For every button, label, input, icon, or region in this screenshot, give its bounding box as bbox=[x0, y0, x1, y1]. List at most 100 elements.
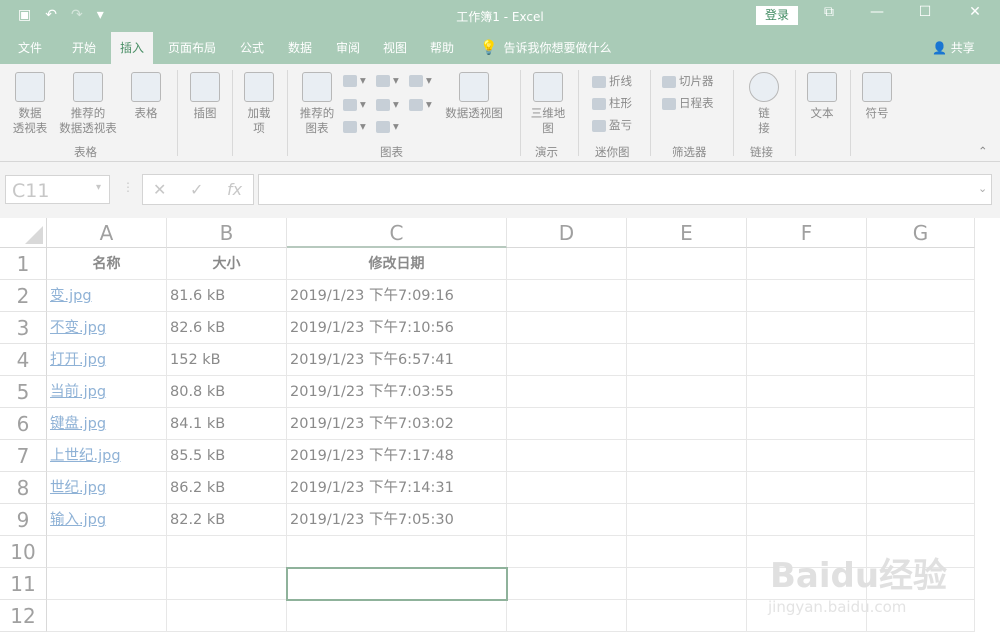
empty-cell[interactable] bbox=[867, 440, 975, 472]
line-chart-icon[interactable]: ▾ bbox=[343, 97, 366, 111]
empty-cell[interactable] bbox=[867, 504, 975, 536]
empty-cell[interactable] bbox=[627, 568, 747, 600]
table-cell[interactable]: 81.6 kB bbox=[167, 280, 287, 312]
active-cell-selection[interactable] bbox=[286, 567, 508, 601]
empty-cell[interactable] bbox=[507, 280, 627, 312]
empty-cell[interactable] bbox=[507, 536, 627, 568]
file-link-cell[interactable]: 键盘.jpg bbox=[47, 408, 167, 440]
tab-formulas[interactable]: 公式 bbox=[240, 32, 264, 64]
symbols-button[interactable]: 符号 bbox=[859, 72, 895, 121]
recommended-charts-button[interactable]: 推荐的 图表 bbox=[296, 72, 338, 136]
empty-cell[interactable] bbox=[867, 280, 975, 312]
empty-cell[interactable] bbox=[47, 600, 167, 632]
select-all-corner[interactable] bbox=[0, 218, 47, 248]
row-header-3[interactable]: 3 bbox=[0, 312, 47, 344]
table-cell[interactable]: 82.2 kB bbox=[167, 504, 287, 536]
row-header-12[interactable]: 12 bbox=[0, 600, 47, 632]
empty-cell[interactable] bbox=[47, 536, 167, 568]
empty-cell[interactable] bbox=[747, 440, 867, 472]
empty-cell[interactable] bbox=[167, 536, 287, 568]
tab-insert[interactable]: 插入 bbox=[111, 32, 154, 64]
row-header-6[interactable]: 6 bbox=[0, 408, 47, 440]
empty-cell[interactable] bbox=[507, 312, 627, 344]
table-cell[interactable]: 2019/1/23 下午7:05:30 bbox=[287, 504, 507, 536]
column-chart-icon[interactable]: ▾ bbox=[343, 73, 366, 87]
table-cell[interactable]: 2019/1/23 下午7:14:31 bbox=[287, 472, 507, 504]
table-cell[interactable]: 82.6 kB bbox=[167, 312, 287, 344]
empty-cell[interactable] bbox=[627, 440, 747, 472]
empty-cell[interactable] bbox=[167, 568, 287, 600]
empty-cell[interactable] bbox=[867, 408, 975, 440]
sparkline-column-button[interactable]: 柱形 bbox=[592, 95, 632, 111]
empty-cell[interactable] bbox=[627, 280, 747, 312]
tab-data[interactable]: 数据 bbox=[288, 32, 312, 64]
statistic-chart-icon[interactable]: ▾ bbox=[376, 97, 399, 111]
empty-cell[interactable] bbox=[627, 472, 747, 504]
empty-cell[interactable] bbox=[507, 472, 627, 504]
expand-formula-bar-icon[interactable]: ⌄ bbox=[978, 182, 987, 195]
column-header-a[interactable]: A bbox=[47, 218, 167, 248]
file-link-cell[interactable]: 变.jpg bbox=[47, 280, 167, 312]
table-cell[interactable]: 80.8 kB bbox=[167, 376, 287, 408]
empty-cell[interactable] bbox=[747, 504, 867, 536]
slicer-button[interactable]: 切片器 bbox=[662, 73, 714, 89]
tab-view[interactable]: 视图 bbox=[383, 32, 407, 64]
empty-cell[interactable] bbox=[507, 504, 627, 536]
tab-home[interactable]: 开始 bbox=[72, 32, 96, 64]
share-button[interactable]: 👤 共享 bbox=[932, 32, 975, 64]
scatter-chart-icon[interactable]: ▾ bbox=[376, 119, 399, 133]
pivot-chart-button[interactable]: 数据透视图 bbox=[442, 72, 506, 121]
3d-map-button[interactable]: 三维地 图 bbox=[528, 72, 568, 136]
illustrations-button[interactable]: 插图 bbox=[187, 72, 223, 121]
empty-cell[interactable] bbox=[867, 248, 975, 280]
column-header-e[interactable]: E bbox=[627, 218, 747, 248]
formula-input[interactable] bbox=[258, 174, 992, 205]
file-link-cell[interactable]: 打开.jpg bbox=[47, 344, 167, 376]
tab-page-layout[interactable]: 页面布局 bbox=[168, 32, 216, 64]
empty-cell[interactable] bbox=[627, 376, 747, 408]
column-header-f[interactable]: F bbox=[747, 218, 867, 248]
empty-cell[interactable] bbox=[507, 376, 627, 408]
empty-cell[interactable] bbox=[747, 344, 867, 376]
sparkline-winloss-button[interactable]: 盈亏 bbox=[592, 117, 632, 133]
empty-cell[interactable] bbox=[627, 248, 747, 280]
row-header-8[interactable]: 8 bbox=[0, 472, 47, 504]
text-button[interactable]: 文本 bbox=[804, 72, 840, 121]
empty-cell[interactable] bbox=[867, 376, 975, 408]
name-box-dropdown-icon[interactable]: ▾ bbox=[96, 182, 101, 193]
row-header-2[interactable]: 2 bbox=[0, 280, 47, 312]
column-header-c[interactable]: C bbox=[287, 218, 507, 248]
row-header-1[interactable]: 1 bbox=[0, 248, 47, 280]
row-header-4[interactable]: 4 bbox=[0, 344, 47, 376]
empty-cell[interactable] bbox=[507, 568, 627, 600]
combo-chart-icon[interactable]: ▾ bbox=[409, 97, 432, 111]
table-cell[interactable]: 2019/1/23 下午7:09:16 bbox=[287, 280, 507, 312]
empty-cell[interactable] bbox=[747, 280, 867, 312]
empty-cell[interactable] bbox=[287, 600, 507, 632]
table-cell[interactable]: 2019/1/23 下午7:03:02 bbox=[287, 408, 507, 440]
enter-icon[interactable]: ✓ bbox=[190, 180, 203, 199]
empty-cell[interactable] bbox=[747, 472, 867, 504]
tab-review[interactable]: 审阅 bbox=[336, 32, 360, 64]
ribbon-display-options-icon[interactable]: ⧉ bbox=[814, 4, 844, 20]
file-link-cell[interactable]: 上世纪.jpg bbox=[47, 440, 167, 472]
table-cell[interactable]: 2019/1/23 下午7:03:55 bbox=[287, 376, 507, 408]
empty-cell[interactable] bbox=[867, 312, 975, 344]
pivot-table-button[interactable]: 数据 透视表 bbox=[10, 72, 50, 136]
empty-cell[interactable] bbox=[627, 536, 747, 568]
sparkline-line-button[interactable]: 折线 bbox=[592, 73, 632, 89]
column-header-g[interactable]: G bbox=[867, 218, 975, 248]
collapse-ribbon-icon[interactable]: ⌃ bbox=[978, 144, 988, 158]
empty-cell[interactable] bbox=[507, 600, 627, 632]
timeline-button[interactable]: 日程表 bbox=[662, 95, 714, 111]
empty-cell[interactable] bbox=[867, 472, 975, 504]
empty-cell[interactable] bbox=[47, 568, 167, 600]
empty-cell[interactable] bbox=[867, 344, 975, 376]
minimize-icon[interactable]: — bbox=[862, 4, 892, 20]
insert-function-icon[interactable]: fx bbox=[227, 180, 242, 199]
empty-cell[interactable] bbox=[627, 504, 747, 536]
cancel-icon[interactable]: ✕ bbox=[153, 180, 166, 199]
table-cell[interactable]: 2019/1/23 下午7:10:56 bbox=[287, 312, 507, 344]
empty-cell[interactable] bbox=[747, 376, 867, 408]
tell-me-search[interactable]: 💡 告诉我你想要做什么 bbox=[480, 32, 611, 64]
